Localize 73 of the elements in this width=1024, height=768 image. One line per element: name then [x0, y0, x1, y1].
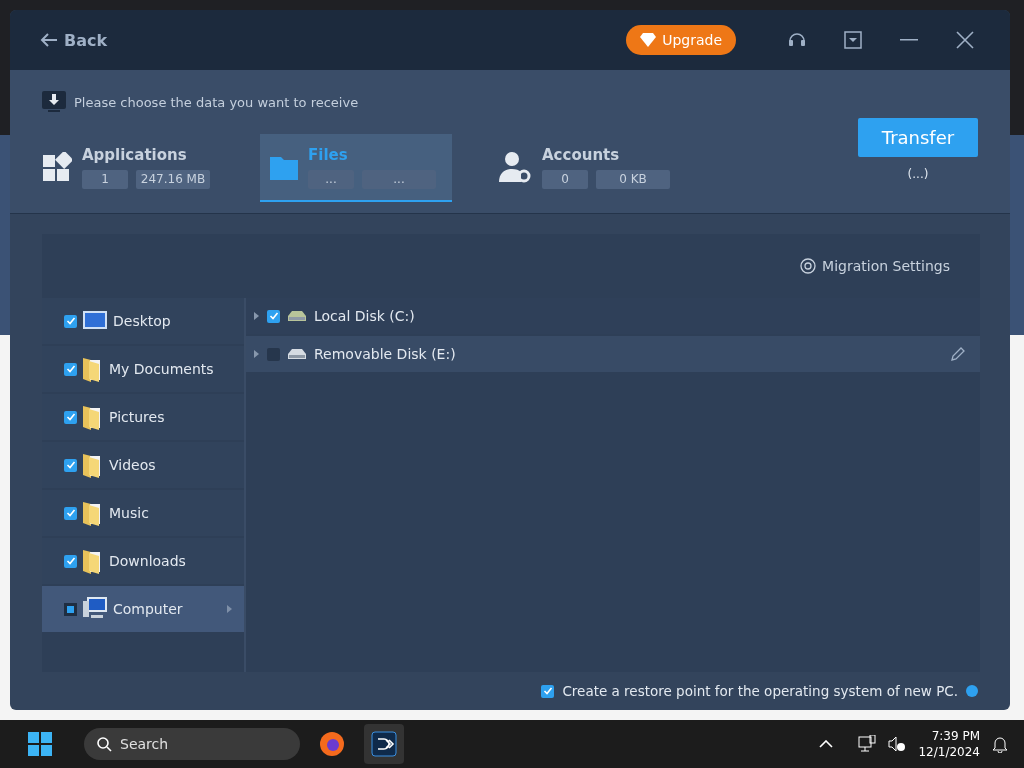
- category-label: Accounts: [542, 145, 621, 164]
- data-size: 247.16 MB: [136, 169, 210, 189]
- speaker-muted-icon[interactable]: [888, 735, 907, 753]
- data-size: 0 KB: [596, 169, 670, 189]
- folder-label: Music: [109, 505, 149, 521]
- network-icon[interactable]: [858, 735, 877, 753]
- item-count: 1: [82, 169, 128, 189]
- clock-date: 12/1/2024: [918, 745, 980, 759]
- search-field[interactable]: Search: [84, 728, 300, 760]
- folder-item[interactable]: My Documents: [42, 346, 244, 392]
- data-size: ...: [362, 169, 436, 189]
- drive-label: Removable Disk (E:): [314, 346, 456, 362]
- drive-item[interactable]: Removable Disk (E:): [246, 336, 980, 372]
- folder-label: My Documents: [109, 361, 214, 377]
- item-count: ...: [308, 169, 354, 189]
- search-placeholder: Search: [120, 736, 169, 752]
- checkbox[interactable]: [64, 410, 77, 424]
- user-gear-icon: [498, 150, 532, 184]
- pencil-icon[interactable]: [950, 346, 966, 362]
- bell-icon[interactable]: [992, 735, 1008, 753]
- item-count: 0: [542, 169, 588, 189]
- checkbox[interactable]: [267, 309, 280, 323]
- transfer-status: (...): [907, 167, 929, 181]
- settings-icon: [800, 258, 817, 274]
- computer-icon: [83, 597, 107, 621]
- category-tab[interactable]: Files ... ...: [260, 134, 452, 202]
- prompt-text: Please choose the data you want to receive: [74, 94, 359, 110]
- app-icon[interactable]: [364, 724, 404, 764]
- drive-icon: [288, 310, 306, 322]
- arrow-left-icon: [40, 32, 58, 48]
- folder-item[interactable]: Downloads: [42, 538, 244, 584]
- checkbox[interactable]: [64, 314, 77, 328]
- checkbox[interactable]: [541, 684, 555, 698]
- checkbox[interactable]: [64, 506, 77, 520]
- drive-icon: [288, 348, 306, 360]
- apps-icon: [42, 152, 72, 182]
- checkbox[interactable]: [64, 362, 77, 376]
- folder-label: Computer: [113, 601, 183, 617]
- download-monitor-icon: [42, 91, 66, 113]
- folder-label: Pictures: [109, 409, 165, 425]
- monitor-icon: [83, 311, 107, 331]
- clock-time: 7:39 PM: [931, 729, 980, 743]
- folder-icon: [83, 404, 103, 430]
- expand-icon[interactable]: [254, 350, 259, 358]
- category-tab[interactable]: Applications 1 247.16 MB: [32, 134, 224, 202]
- back-button[interactable]: Back: [40, 30, 108, 50]
- drive-label: Local Disk (C:): [314, 308, 415, 324]
- folder-item[interactable]: Computer: [42, 586, 244, 632]
- folder-label: Downloads: [109, 553, 186, 569]
- checkbox[interactable]: [267, 347, 280, 361]
- folder-icon: [270, 154, 298, 180]
- category-label: Files: [308, 145, 349, 164]
- expand-icon[interactable]: [254, 312, 259, 320]
- diamond-icon: [640, 33, 657, 47]
- folder-icon: [83, 452, 103, 478]
- checkbox[interactable]: [64, 602, 77, 616]
- checkbox[interactable]: [64, 554, 77, 568]
- restore-point-label: Create a restore point for the operating system of new PC.: [562, 683, 958, 699]
- folder-icon: [83, 356, 103, 382]
- search-icon: [96, 736, 112, 752]
- folder-item[interactable]: Music: [42, 490, 244, 536]
- category-tab[interactable]: Accounts 0 0 KB: [488, 134, 680, 202]
- category-label: Applications: [82, 145, 188, 164]
- folder-item[interactable]: Pictures: [42, 394, 244, 440]
- folder-item[interactable]: Desktop: [42, 298, 244, 344]
- caret-icon: [227, 605, 232, 613]
- migration-settings-button[interactable]: Migration Settings: [794, 257, 956, 275]
- folder-icon: [83, 548, 103, 574]
- folder-label: Desktop: [113, 313, 171, 329]
- folder-label: Videos: [109, 457, 156, 473]
- folder-item[interactable]: Videos: [42, 442, 244, 488]
- checkbox[interactable]: [64, 458, 77, 472]
- folder-icon: [83, 500, 103, 526]
